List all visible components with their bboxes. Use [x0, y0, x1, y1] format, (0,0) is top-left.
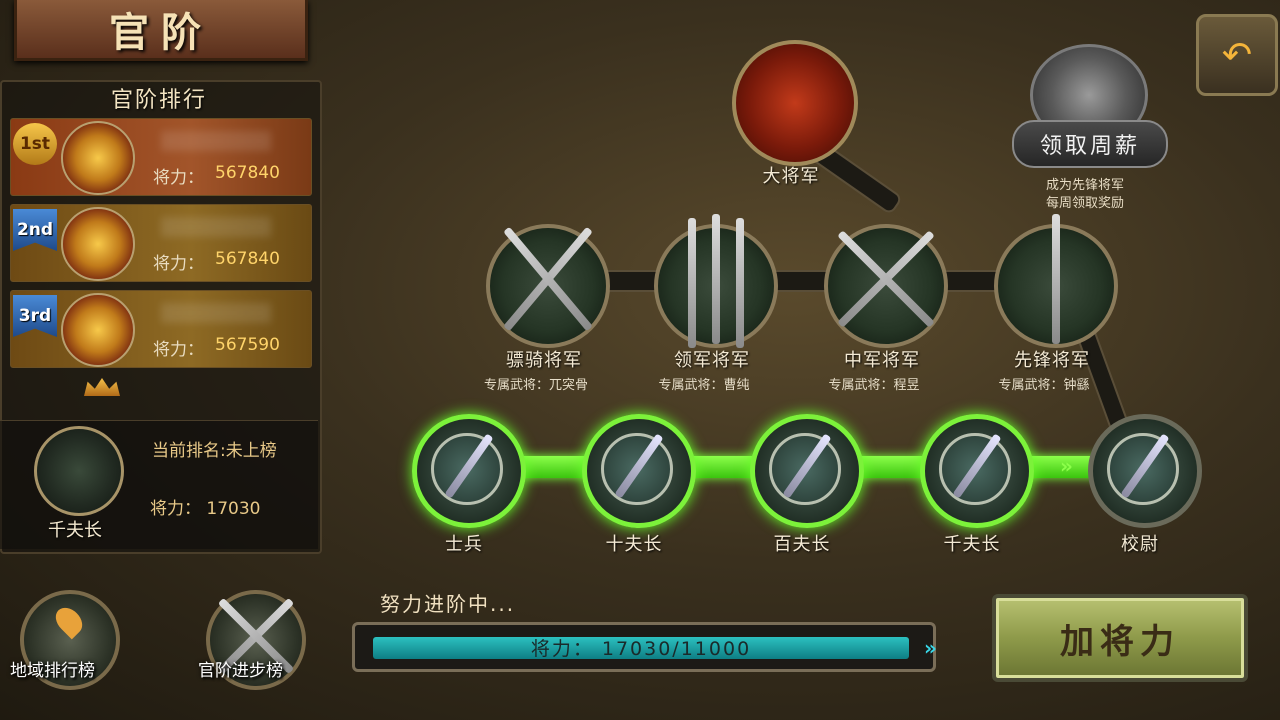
- rank-badge-3: 3rd: [13, 295, 57, 337]
- current-rank-text: 当前排名:未上榜: [152, 441, 277, 461]
- rank-label-shifuzhang: 十夫长: [605, 534, 663, 555]
- sword-icon: [1052, 214, 1060, 344]
- page-title: 官阶: [109, 9, 213, 56]
- power-progress-text: 将力： 17030/11000: [530, 638, 752, 660]
- chevron-right-icon: »: [924, 636, 937, 660]
- rank-label-soldier: 士兵: [445, 534, 483, 555]
- rank-badge-2: 2nd: [13, 209, 57, 251]
- current-power-text: 将力： 17030: [150, 499, 261, 519]
- rank-medal-piaoqi[interactable]: [486, 224, 610, 348]
- rank-node-soldier[interactable]: [412, 414, 526, 528]
- rank-medal-zhongjun[interactable]: [824, 224, 948, 348]
- power-value: 567590: [215, 335, 280, 355]
- rank-medal-lingjun[interactable]: [654, 214, 778, 348]
- rank-medal-xianfeng[interactable]: [994, 214, 1118, 348]
- rank-label-xiaowei: 校尉: [1121, 534, 1159, 555]
- claim-weekly-salary-button[interactable]: 领取周薪: [1012, 120, 1168, 168]
- rank-medal-grand-general[interactable]: [732, 40, 858, 166]
- ranking-row-3[interactable]: 3rd 将力： 567590: [10, 290, 312, 368]
- ranking-row-1[interactable]: 1st 将力： 567840: [10, 118, 312, 196]
- rank-label-qianfuzhang: 千夫长: [943, 534, 1001, 555]
- hero-label-xianfeng: 专属武将：钟繇: [998, 378, 1090, 393]
- progress-status-label: 努力进阶中...: [380, 592, 516, 616]
- avatar: [61, 121, 135, 195]
- hero-label-lingjun: 专属武将：曹纯: [658, 378, 750, 393]
- ranking-row-2[interactable]: 2nd 将力： 567840: [10, 204, 312, 282]
- add-power-button[interactable]: 加将力: [992, 594, 1248, 682]
- rank-node-xiaowei[interactable]: [1088, 414, 1202, 528]
- hero-label-piaoqi: 专属武将：兀突骨: [483, 378, 588, 393]
- rank-label-xianfeng: 先锋将军: [1014, 350, 1090, 371]
- rank-progress-label: 官阶进步榜: [198, 661, 283, 681]
- rank-label-piaoqi: 骠骑将军: [506, 350, 582, 371]
- back-arrow-icon: ↶: [1221, 34, 1253, 76]
- power-label: 将力：: [153, 254, 204, 274]
- rank-label-baifuzhang: 百夫长: [773, 534, 831, 555]
- power-label: 将力：: [153, 168, 204, 188]
- rank-label-zhongjun: 中军将军: [844, 350, 920, 371]
- power-value: 567840: [215, 249, 280, 269]
- rank-node-qianfuzhang[interactable]: [920, 414, 1034, 528]
- player-name-blurred: [161, 303, 271, 323]
- avatar: [61, 207, 135, 281]
- rank-badge-1: 1st: [13, 123, 57, 165]
- weekly-desc-line2: 每周领取奖励: [1045, 196, 1124, 211]
- power-label: 将力：: [153, 340, 204, 360]
- map-pin-icon: [50, 602, 88, 640]
- rank-label-lingjun: 领军将军: [674, 350, 750, 371]
- power-value: 567840: [215, 163, 280, 183]
- rank-label-grand-general: 大将军: [762, 166, 820, 187]
- current-rank-emblem: [34, 426, 124, 516]
- region-ranking-label: 地域排行榜: [10, 661, 95, 681]
- avatar: [61, 293, 135, 367]
- page-title-plaque: 官阶: [14, 0, 308, 61]
- add-power-label: 加将力: [1060, 621, 1180, 662]
- weekly-desc-line1: 成为先锋将军: [1045, 178, 1124, 193]
- sword-icon: [712, 214, 720, 344]
- current-rank-title: 千夫长: [48, 520, 102, 541]
- sword-icon: [736, 218, 744, 348]
- hero-label-zhongjun: 专属武将：程昱: [828, 378, 920, 393]
- rank-node-shifuzhang[interactable]: [582, 414, 696, 528]
- player-name-blurred: [161, 217, 271, 237]
- sword-icon: [688, 218, 696, 348]
- rank-node-baifuzhang[interactable]: [750, 414, 864, 528]
- back-button[interactable]: ↶: [1196, 14, 1278, 96]
- chevron-right-icon: »: [1060, 454, 1073, 478]
- player-name-blurred: [161, 131, 271, 151]
- ranking-header: 官阶排行: [110, 88, 207, 113]
